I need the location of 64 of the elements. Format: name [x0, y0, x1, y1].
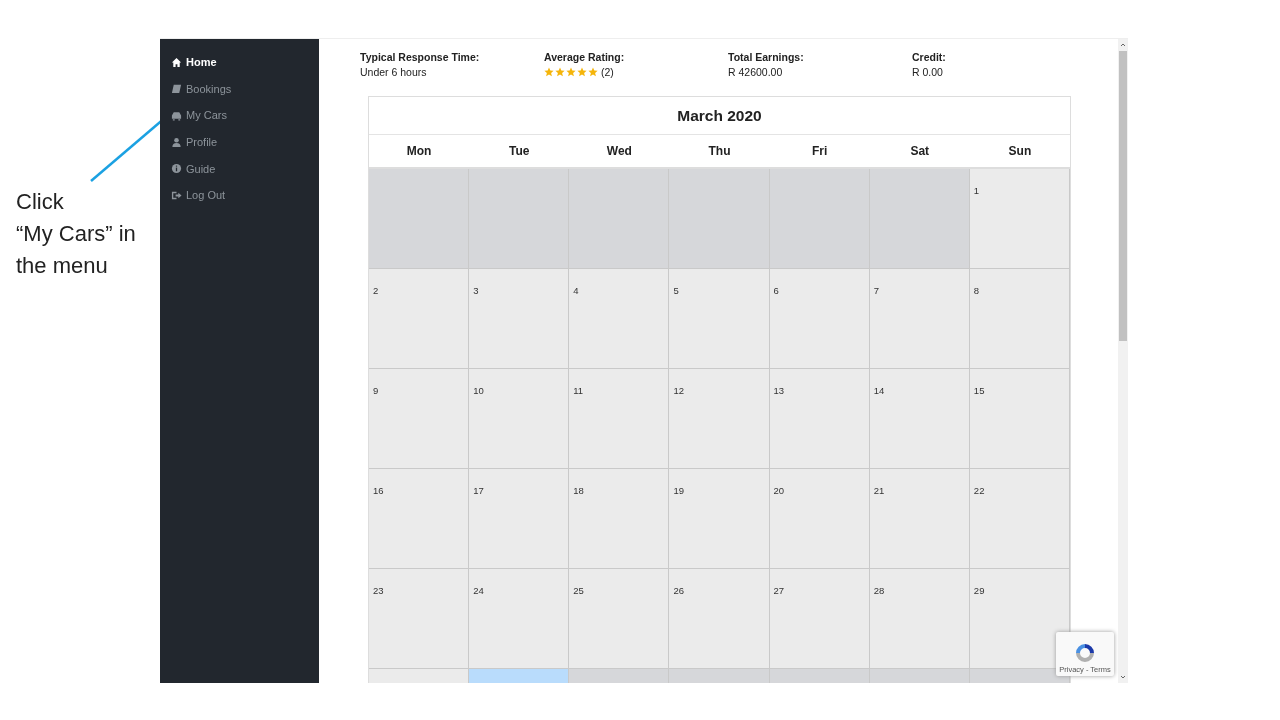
weekday-header: Sat — [909, 143, 931, 160]
day-cell[interactable]: 13 — [769, 369, 870, 469]
day-cell[interactable]: 4 — [569, 269, 670, 369]
sidebar-item[interactable]: Profile — [160, 128, 319, 156]
day-cell[interactable] — [569, 169, 670, 269]
day-cell[interactable]: 20 — [769, 469, 870, 569]
sidebar-item[interactable]: My Cars — [160, 102, 319, 129]
day-cell[interactable]: 23 — [369, 569, 470, 669]
day-cell[interactable]: 7 — [869, 269, 970, 369]
day-cell[interactable] — [369, 169, 470, 269]
logout-icon — [171, 189, 182, 201]
day-cell[interactable]: 26 — [669, 569, 770, 669]
book-icon — [171, 83, 182, 95]
day-cell[interactable]: 3 — [469, 269, 570, 369]
sidebar-item[interactable]: Bookings — [160, 75, 319, 103]
weekday-header: Sun — [1007, 143, 1033, 160]
day-cell[interactable]: 9 — [369, 369, 470, 469]
stat-value: R 0.00 — [912, 66, 944, 78]
day-cell[interactable]: 11 — [569, 369, 670, 469]
recaptcha-icon — [1073, 641, 1097, 665]
annotation-text: Click “My Cars” in the menu — [16, 188, 137, 280]
stat-label: Typical Response Time: — [360, 51, 481, 63]
day-cell[interactable]: 1 — [969, 169, 1070, 269]
day-cell[interactable]: 17 — [469, 469, 570, 569]
home-icon — [171, 56, 182, 68]
day-cell[interactable]: 5 — [669, 269, 770, 369]
stat-value: Under 6 hours — [360, 66, 428, 78]
day-cell[interactable] — [669, 169, 770, 269]
info-icon — [171, 163, 182, 175]
day-cell[interactable]: 19 — [669, 469, 770, 569]
sidebar-item[interactable]: Home — [160, 49, 319, 76]
day-cell[interactable]: 25 — [569, 569, 670, 669]
weekday-header: Wed — [605, 143, 633, 160]
weekday-header: Fri — [810, 143, 829, 160]
stat-value: R 42600.00 — [728, 66, 784, 78]
day-cell[interactable] — [769, 169, 870, 269]
day-cell[interactable]: 2 — [369, 269, 470, 369]
day-cell[interactable]: 28 — [869, 569, 970, 669]
sidebar-item[interactable]: Guide — [160, 155, 319, 182]
stat-label: Average Rating: — [544, 51, 626, 63]
day-cell[interactable]: 10 — [469, 369, 570, 469]
day-cell[interactable]: 22 — [969, 469, 1070, 569]
day-cell[interactable]: 12 — [669, 369, 770, 469]
rating-count: (2) — [601, 66, 614, 78]
weekday-header: Mon — [405, 143, 433, 160]
day-cell[interactable]: 27 — [769, 569, 870, 669]
day-cell[interactable]: 14 — [869, 369, 970, 469]
day-cell[interactable]: 16 — [369, 469, 470, 569]
sidebar-item[interactable]: Log Out — [160, 181, 319, 209]
day-cell[interactable]: 24 — [469, 569, 570, 669]
day-cell[interactable]: 21 — [869, 469, 970, 569]
weekday-header: Thu — [707, 143, 732, 160]
car-icon — [171, 110, 182, 121]
stat-label: Total Earnings: — [728, 51, 805, 63]
day-cell[interactable]: 6 — [769, 269, 870, 369]
day-cell[interactable] — [869, 169, 970, 269]
calendar-title: March 2020 — [677, 106, 762, 125]
weekday-header: Tue — [508, 143, 531, 160]
day-cell[interactable]: 18 — [569, 469, 670, 569]
day-cell[interactable] — [469, 169, 570, 269]
stat-label: Credit: — [912, 51, 947, 63]
day-cell[interactable]: 8 — [969, 269, 1070, 369]
day-cell[interactable]: 15 — [969, 369, 1070, 469]
user-icon — [171, 136, 182, 148]
